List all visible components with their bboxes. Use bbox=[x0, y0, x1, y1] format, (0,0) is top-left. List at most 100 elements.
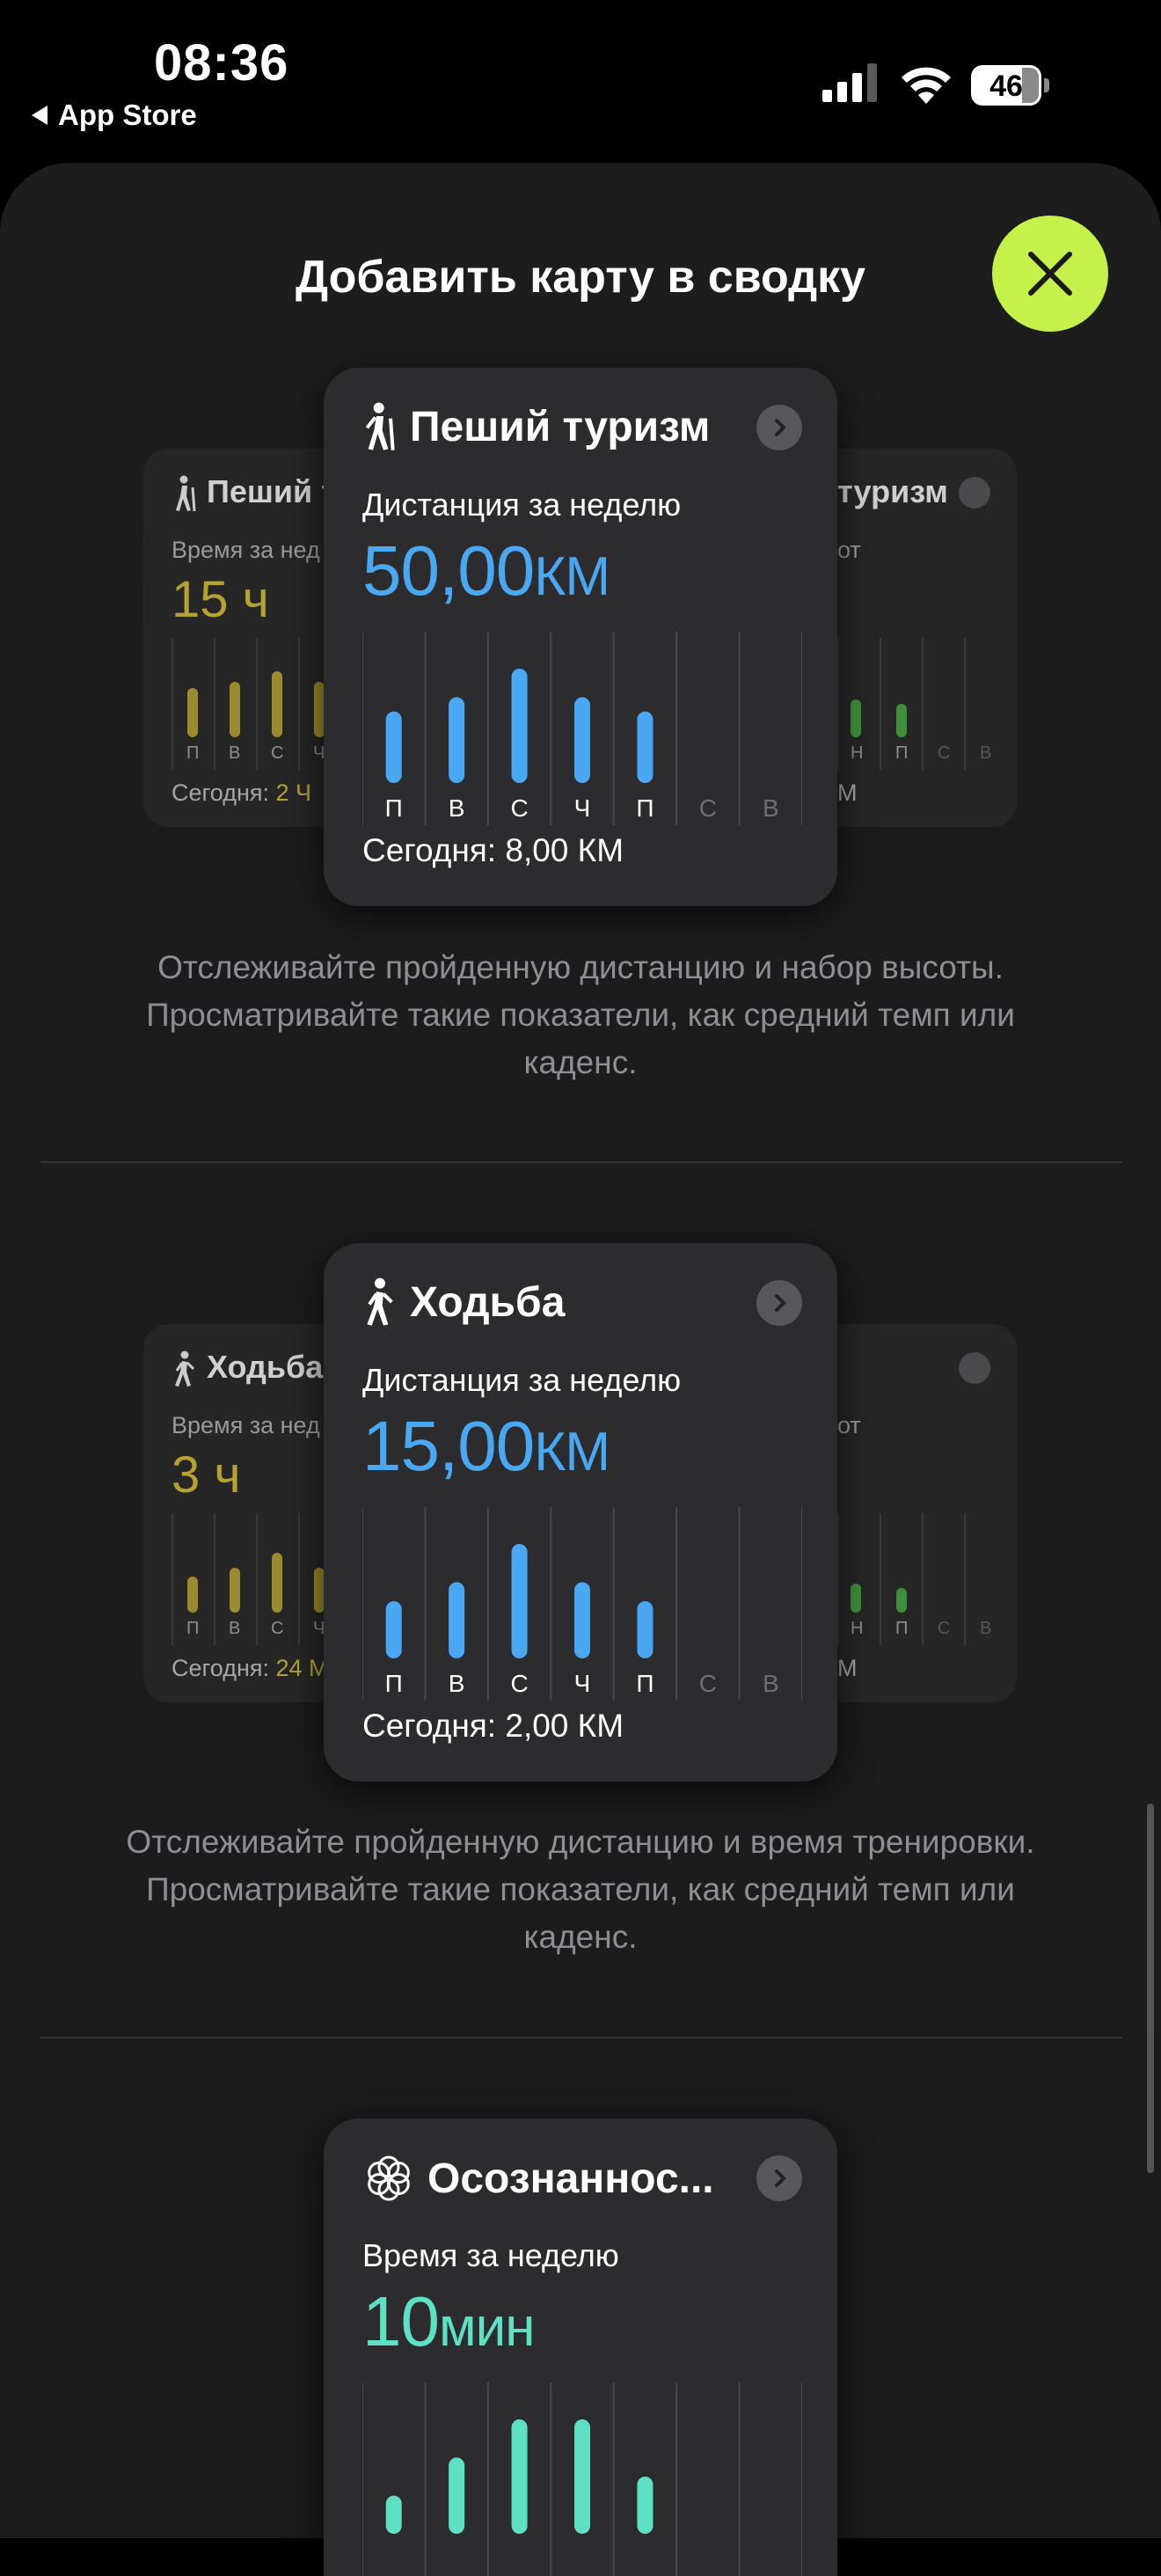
peek-bar bbox=[851, 1584, 861, 1613]
chart-bar bbox=[637, 1601, 654, 1658]
peek-title: туризм bbox=[837, 473, 948, 509]
chart-day-label: В bbox=[449, 794, 465, 822]
peek-day-label: С bbox=[938, 1619, 951, 1638]
chart-day-label: С bbox=[510, 1670, 528, 1697]
card-title: Осознаннос... bbox=[427, 2155, 714, 2202]
back-label: App Store bbox=[58, 99, 197, 131]
chart-bar bbox=[637, 711, 654, 783]
chart-bar bbox=[511, 2419, 528, 2534]
peek-day-label: В bbox=[229, 743, 241, 763]
cellular-signal-icon bbox=[822, 63, 877, 102]
chart-bar bbox=[449, 2457, 465, 2534]
chart-bar bbox=[449, 697, 465, 783]
peek-day-label: П bbox=[895, 743, 909, 763]
chevron-right-icon bbox=[959, 1352, 990, 1384]
peek-day-label: П bbox=[895, 1619, 909, 1638]
card-description: Отслеживайте пройденную дистанцию и набо… bbox=[146, 949, 1015, 1080]
card-walking[interactable]: Ходьба Дистанция за неделю 15,00КМ П В С Ч П… bbox=[324, 1243, 837, 1782]
peek-bar bbox=[272, 1553, 282, 1613]
peek-day-label: В bbox=[980, 1619, 992, 1638]
weekly-chart: ПВСЧПСВ bbox=[362, 632, 802, 825]
card-value: 50,00КМ bbox=[362, 531, 610, 610]
chart-bar bbox=[574, 1582, 590, 1658]
peek-bar bbox=[187, 1577, 198, 1613]
chevron-right-icon[interactable] bbox=[756, 2155, 802, 2201]
wifi-icon bbox=[902, 67, 951, 104]
peek-title: Ходьба bbox=[207, 1349, 324, 1385]
card-subtitle: Дистанция за неделю bbox=[362, 487, 682, 523]
chevron-right-icon[interactable] bbox=[756, 405, 802, 450]
peek-bar bbox=[896, 1588, 907, 1613]
chart-day-label: В bbox=[763, 1670, 779, 1697]
card-today: Сегодня: 8,00 КМ bbox=[362, 832, 624, 868]
peek-bar bbox=[230, 1568, 240, 1613]
peek-chart: П В С Ч bbox=[172, 1513, 347, 1645]
chart-bar bbox=[574, 2419, 590, 2534]
chevron-right-icon bbox=[959, 477, 990, 509]
weekly-chart bbox=[362, 2382, 802, 2576]
card-subtitle: Дистанция за неделю bbox=[362, 1362, 682, 1398]
chart-day-label: П bbox=[385, 794, 403, 822]
chart-day-label: С bbox=[699, 1670, 717, 1697]
peek-day-label: В bbox=[229, 1619, 241, 1638]
chart-bar bbox=[574, 697, 590, 783]
card-hiking[interactable]: Пеший туризм Дистанция за неделю 50,00КМ… bbox=[324, 368, 837, 906]
divider bbox=[40, 1161, 1122, 1163]
close-button[interactable] bbox=[992, 216, 1108, 332]
card-description: Отслеживайте пройденную дистанцию и врем… bbox=[126, 1824, 1035, 1955]
scrollbar[interactable] bbox=[1147, 1804, 1154, 2173]
peek-bar bbox=[230, 682, 240, 737]
chart-bar bbox=[385, 1601, 402, 1658]
peek-day-label: С bbox=[271, 1619, 284, 1638]
battery-level: 46 bbox=[989, 70, 1023, 103]
chart-bar bbox=[449, 1582, 465, 1658]
peek-bar bbox=[896, 704, 907, 737]
peek-subtitle: от bbox=[837, 537, 861, 563]
peek-chart: Н П С В bbox=[837, 1513, 1013, 1645]
card-value: 10мин bbox=[362, 2282, 535, 2360]
clock: 08:36 bbox=[154, 34, 289, 91]
peek-bar bbox=[272, 671, 282, 737]
peek-chart: П В С Ч bbox=[172, 638, 347, 770]
chart-day-label: Ч bbox=[574, 794, 591, 822]
hiking-icon bbox=[176, 475, 196, 512]
peek-day-label: В bbox=[980, 743, 992, 763]
peek-subtitle: Время за нед bbox=[172, 1412, 320, 1438]
peek-day-label: С bbox=[938, 743, 951, 763]
peek-today: Сегодня: 2 Ч bbox=[172, 779, 311, 806]
chart-day-label: С bbox=[510, 794, 528, 822]
back-to-app-store[interactable]: App Store bbox=[32, 99, 197, 132]
card-subtitle: Время за неделю bbox=[362, 2237, 619, 2273]
peek-today: Сегодня: 24 М bbox=[172, 1655, 329, 1681]
chart-day-label: П bbox=[636, 1670, 654, 1697]
peek-day-label: С bbox=[271, 743, 284, 763]
chart-bar bbox=[511, 1544, 528, 1658]
card-value: 15,00КМ bbox=[362, 1407, 610, 1485]
chart-day-label: С bbox=[699, 794, 717, 822]
peek-subtitle: Время за нед bbox=[172, 537, 320, 563]
peek-bar bbox=[851, 699, 861, 737]
peek-today: М bbox=[837, 779, 858, 806]
peek-day-label: Н bbox=[851, 743, 864, 763]
sheet-title: Добавить карту в сводку bbox=[295, 252, 866, 303]
close-icon bbox=[1028, 252, 1072, 296]
chart-bar bbox=[385, 711, 402, 783]
divider bbox=[40, 2037, 1122, 2038]
back-arrow-icon bbox=[32, 106, 47, 125]
walking-icon bbox=[175, 1350, 195, 1387]
peek-subtitle: от bbox=[837, 1412, 861, 1438]
status-bar: 08:36 App Store 46 bbox=[0, 0, 1161, 158]
peek-day-label: П bbox=[186, 743, 200, 763]
chart-bar bbox=[511, 669, 528, 783]
peek-value: 3 ч bbox=[172, 1446, 241, 1504]
peek-title: Пеший т bbox=[207, 473, 337, 509]
chart-bar bbox=[637, 2477, 654, 2534]
chart-day-label: Ч bbox=[574, 1670, 591, 1697]
card-mindfulness[interactable]: Осознаннос... Время за неделю 10мин bbox=[324, 2119, 837, 2576]
weekly-chart: ПВСЧПСВ bbox=[362, 1507, 802, 1701]
peek-chart: Н П С В bbox=[837, 638, 1013, 770]
peek-day-label: П bbox=[186, 1619, 200, 1638]
peek-bar bbox=[187, 688, 198, 737]
chevron-right-icon[interactable] bbox=[756, 1280, 802, 1326]
card-title: Пеший туризм bbox=[410, 403, 711, 450]
